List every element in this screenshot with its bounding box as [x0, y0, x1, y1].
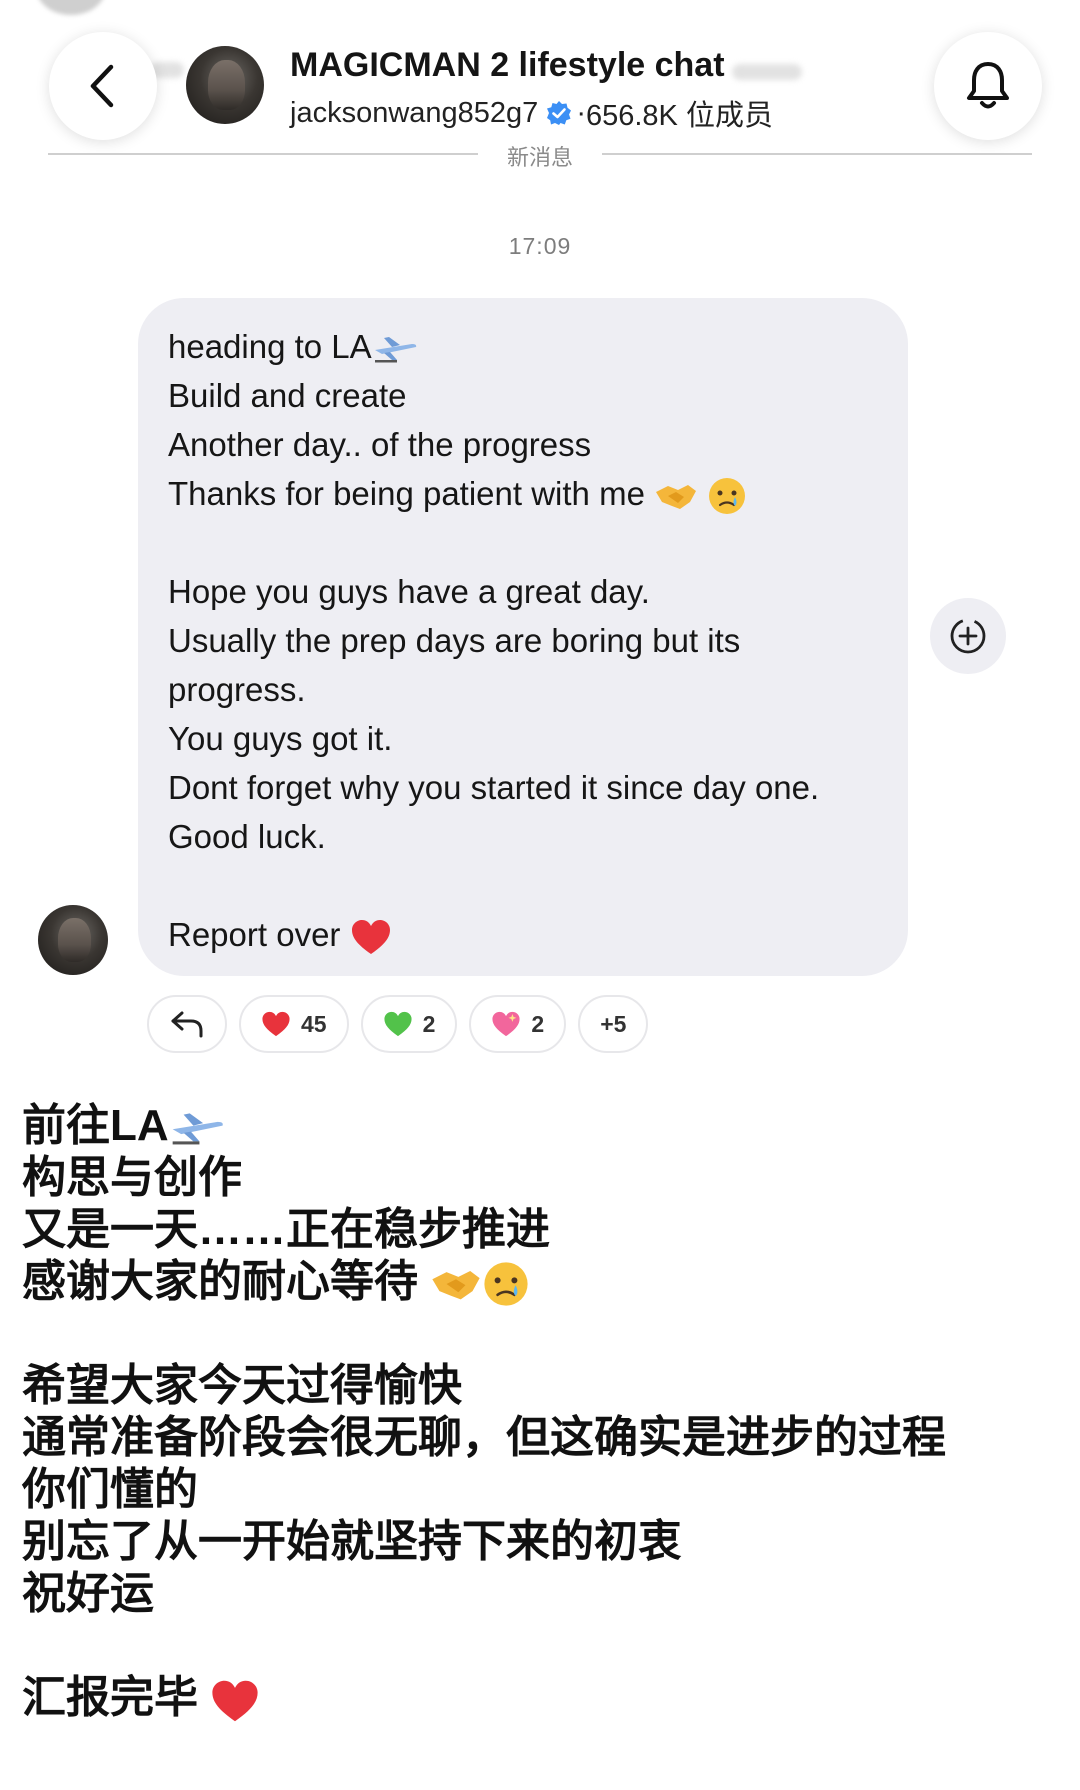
red-heart-icon	[262, 1011, 290, 1037]
green-heart-icon	[384, 1011, 412, 1037]
chat-title[interactable]: MAGICMAN 2 lifestyle chat	[290, 46, 725, 85]
reaction-green-heart[interactable]: 2	[360, 995, 458, 1053]
translation-line: 你们懂的	[22, 1465, 198, 1515]
message-line: Thanks for being patient with me	[168, 469, 880, 518]
handshake-icon	[656, 485, 697, 510]
red-heart-icon	[351, 920, 390, 955]
reaction-count: 2	[422, 1010, 436, 1037]
message-line: Build and create	[168, 377, 407, 414]
translation-caption: 前往LA 构思与创作 又是一天……正在稳步推进 感谢大家的耐心等待 希望大家今天…	[22, 1100, 1072, 1724]
add-emoji-icon	[950, 618, 986, 654]
more-reactions-button[interactable]: +5	[578, 995, 649, 1053]
reply-button[interactable]	[147, 995, 227, 1053]
chat-subtitle: jacksonwang852g7 · 656.8K 位成员	[290, 92, 773, 134]
back-button[interactable]	[49, 32, 157, 140]
airplane-icon	[374, 337, 416, 363]
translation-line: 前往LA	[22, 1100, 1072, 1152]
verified-badge-icon	[547, 101, 572, 125]
divider-line-left	[48, 153, 478, 155]
creator-username[interactable]: jacksonwang852g7	[290, 97, 538, 130]
separator-dot: ·	[576, 96, 586, 129]
member-count: 656.8K 位成员	[585, 100, 773, 132]
reaction-count: 2	[531, 1010, 545, 1037]
group-avatar[interactable]	[186, 46, 264, 124]
reaction-red-heart[interactable]: 45	[239, 995, 349, 1053]
message-line: Usually the prep days are boring but its	[168, 622, 741, 659]
airplane-icon	[172, 1113, 223, 1145]
message-line	[168, 861, 880, 910]
translation-line: 汇报完毕	[22, 1672, 1072, 1724]
message-line: Another day.. of the progress	[168, 426, 592, 463]
message-bubble[interactable]: heading to LA Build and create Another d…	[138, 298, 908, 976]
chevron-left-icon	[90, 64, 114, 108]
translation-line: 希望大家今天过得愉快	[22, 1361, 462, 1411]
reaction-bar: 45 2 2 +5	[147, 995, 649, 1055]
message-line	[168, 518, 880, 567]
translation-line: 构思与创作	[22, 1153, 242, 1202]
sparkling-heart-icon	[492, 1011, 520, 1037]
translation-line	[22, 1620, 1072, 1672]
reply-arrow-icon	[171, 1011, 203, 1038]
crying-face-icon	[709, 478, 746, 515]
chat-header: MAGICMAN 2 lifestyle chat jacksonwang852…	[0, 0, 1080, 190]
divider-line-right	[602, 153, 1032, 155]
message-timestamp: 17:09	[508, 233, 572, 259]
bell-icon	[967, 62, 1009, 109]
reaction-sparkling-heart[interactable]: 2	[469, 995, 567, 1053]
crying-face-icon	[484, 1262, 528, 1306]
notifications-button[interactable]	[934, 32, 1042, 140]
blurred-background-element	[732, 64, 802, 80]
more-reactions-count: +5	[600, 1010, 627, 1037]
add-reaction-button[interactable]	[930, 598, 1006, 674]
message-line: Report over	[168, 910, 880, 959]
message-line: progress.	[168, 671, 306, 708]
new-messages-divider: 新消息	[506, 145, 573, 170]
message-line: heading to LA	[168, 322, 880, 371]
translation-line	[22, 1308, 1072, 1360]
message-line: Dont forget why you started it since day…	[168, 769, 820, 806]
message-line: You guys got it.	[168, 720, 393, 757]
sender-avatar[interactable]	[38, 905, 108, 975]
translation-line: 祝好运	[22, 1569, 154, 1619]
reaction-count: 45	[301, 1010, 327, 1037]
handshake-icon	[432, 1271, 480, 1300]
translation-line: 别忘了从一开始就坚持下来的初衷	[22, 1517, 682, 1567]
translation-line: 通常准备阶段会很无聊，但这确实是进步的过程	[22, 1413, 946, 1463]
translation-line: 又是一天……正在稳步推进	[22, 1205, 550, 1254]
translation-line: 感谢大家的耐心等待	[22, 1256, 1072, 1308]
message-line: Good luck.	[168, 818, 326, 855]
red-heart-icon	[212, 1680, 258, 1721]
message-line: Hope you guys have a great day.	[168, 573, 650, 610]
